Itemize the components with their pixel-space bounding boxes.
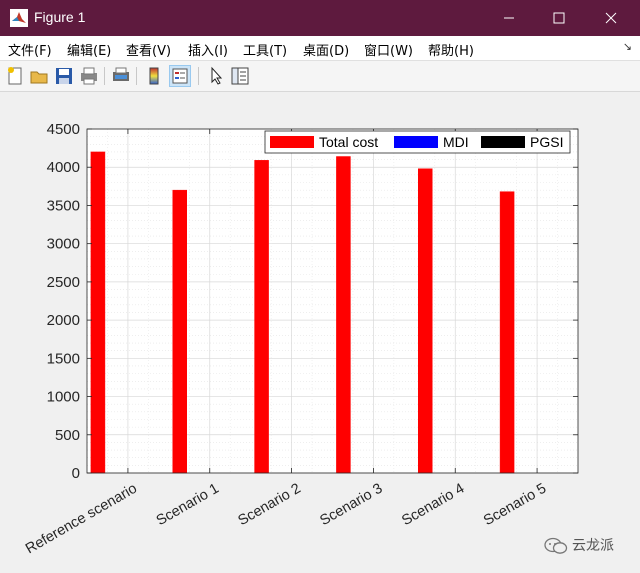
menu-overflow-icon[interactable]: ↘ (623, 40, 632, 53)
bar (499, 191, 515, 474)
colorbar-icon (149, 67, 159, 85)
legend-label: MDI (443, 134, 469, 150)
legend-swatch (270, 136, 314, 148)
bar (172, 189, 187, 474)
y-tick-label: 3500 (47, 197, 80, 214)
close-button[interactable] (586, 0, 636, 36)
legend-label: PGSI (530, 134, 563, 150)
maximize-icon (553, 12, 565, 24)
property-editor-button[interactable] (229, 65, 251, 87)
menu-edit[interactable]: 编辑(E) (67, 40, 111, 59)
y-tick-label: 2500 (47, 274, 80, 291)
legend-swatch (394, 136, 438, 148)
wechat-icon (544, 537, 568, 554)
x-tick-label: Scenario 4 (399, 481, 467, 530)
y-tick-label: 0 (72, 465, 80, 482)
matlab-logo-icon (10, 9, 28, 27)
toolbar-separator (198, 67, 199, 85)
print-preview-button[interactable] (110, 65, 132, 87)
minimize-button[interactable] (484, 0, 534, 36)
print-button[interactable] (78, 65, 100, 87)
property-editor-icon (231, 67, 249, 85)
open-file-button[interactable] (28, 65, 50, 87)
new-figure-icon (8, 67, 22, 85)
y-tick-label: 4000 (47, 159, 80, 176)
menu-file[interactable]: 文件(F) (8, 40, 52, 59)
bar-chart: 0 500 1000 1500 2000 2500 3000 3500 4000 4500 Refe… (23, 121, 579, 558)
pointer-button[interactable] (205, 65, 227, 87)
x-tick-label: Scenario 3 (317, 481, 385, 530)
menu-help[interactable]: 帮助(H) (428, 40, 474, 59)
menu-bar: 文件(F) 编辑(E) 查看(V) 插入(I) 工具(T) 桌面(D) 窗口(W… (0, 36, 640, 61)
legend-button[interactable] (169, 65, 191, 87)
menu-tools[interactable]: 工具(T) (243, 40, 287, 59)
y-tick-label: 2000 (47, 312, 80, 329)
save-button[interactable] (53, 65, 75, 87)
legend-swatch (481, 136, 525, 148)
menu-view[interactable]: 查看(V) (126, 40, 171, 59)
menu-insert[interactable]: 插入(I) (188, 40, 228, 59)
save-icon (56, 68, 72, 84)
y-tick-label: 1000 (47, 389, 80, 406)
print-icon (81, 67, 97, 85)
x-tick-label: Scenario 5 (481, 481, 549, 530)
y-tick-label: 3000 (47, 236, 80, 253)
bar (336, 156, 351, 474)
minimize-icon (504, 17, 514, 19)
menu-window[interactable]: 窗口(W) (364, 40, 413, 59)
title-bar: Figure 1 (0, 0, 640, 36)
x-tick-label: Reference scenario (23, 481, 140, 558)
open-file-icon (30, 71, 48, 84)
bar (254, 160, 269, 474)
figure-canvas: 0 500 1000 1500 2000 2500 3000 3500 4000 4500 Refe… (0, 92, 640, 573)
pointer-icon (211, 66, 223, 85)
x-tick-label: Scenario 2 (236, 481, 304, 530)
y-tick-label: 4500 (47, 121, 80, 138)
watermark-text: 云龙派 (572, 538, 614, 554)
print-preview-icon (113, 67, 129, 81)
toolbar-separator (136, 67, 137, 85)
close-icon (605, 12, 617, 24)
menu-desktop[interactable]: 桌面(D) (303, 40, 349, 59)
window-title: Figure 1 (34, 9, 86, 25)
new-figure-button[interactable] (4, 65, 26, 87)
toolbar-separator (104, 67, 105, 85)
maximize-button[interactable] (534, 0, 584, 36)
x-tick-label: Scenario 1 (154, 481, 222, 530)
legend-icon (172, 68, 188, 84)
legend-label: Total cost (319, 134, 378, 150)
toolbar (0, 61, 640, 92)
y-tick-label: 1500 (47, 350, 80, 367)
bar (90, 151, 106, 474)
bar (418, 168, 433, 474)
y-tick-label: 500 (55, 427, 80, 444)
colorbar-button[interactable] (143, 65, 165, 87)
